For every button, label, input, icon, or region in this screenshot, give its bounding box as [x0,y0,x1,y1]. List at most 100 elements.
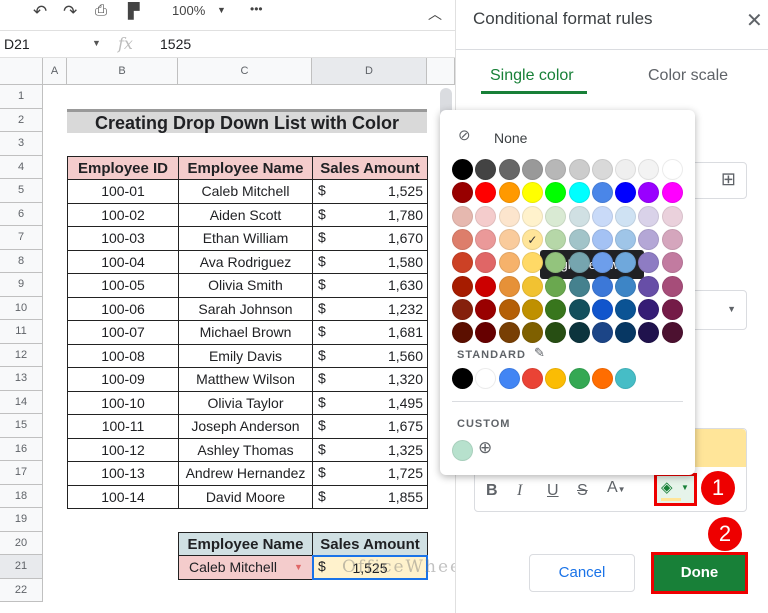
color-swatch[interactable] [661,182,683,204]
employee-id-cell[interactable]: 100-14 [67,484,179,509]
sales-amount-cell[interactable]: 1,855 [312,484,428,509]
standard-color-swatch[interactable] [545,368,567,389]
row-header-7[interactable]: 7 [0,226,43,250]
cancel-button[interactable]: Cancel [529,554,635,592]
employee-id-cell[interactable]: 100-03 [67,226,179,251]
custom-color-swatch[interactable] [452,440,473,461]
color-swatch[interactable] [591,182,613,204]
color-swatch[interactable] [475,228,497,250]
color-swatch[interactable] [521,159,543,180]
employee-name-dropdown[interactable]: Caleb Mitchell [178,555,313,580]
column-header-E[interactable] [427,58,455,85]
collapse-icon[interactable]: ︿ [428,4,442,24]
color-swatch[interactable] [661,205,683,227]
row-header-6[interactable]: 6 [0,202,43,226]
color-swatch[interactable] [545,182,567,204]
color-swatch[interactable] [661,322,683,344]
employee-name-cell[interactable]: Olivia Taylor [178,390,313,415]
column-header-D[interactable]: D [312,58,427,85]
standard-color-swatch[interactable] [452,368,473,389]
color-swatch[interactable] [475,205,497,227]
color-swatch-selected[interactable]: ✓ [521,228,543,250]
color-swatch[interactable] [638,275,660,297]
color-swatch[interactable] [615,298,637,320]
employee-name-cell[interactable]: Ashley Thomas [178,437,313,462]
row-header-2[interactable]: 2 [0,108,43,132]
color-swatch[interactable] [521,205,543,227]
color-swatch[interactable] [545,275,567,297]
column-header-C[interactable]: C [178,58,312,85]
row-header-17[interactable]: 17 [0,461,43,485]
sales-amount-cell[interactable]: 1,630 [312,273,428,298]
strikethrough-button[interactable]: S [577,482,588,500]
color-swatch[interactable] [545,205,567,227]
color-swatch[interactable] [661,298,683,320]
color-swatch[interactable] [661,228,683,250]
color-swatch[interactable] [638,228,660,250]
color-swatch[interactable] [568,182,590,204]
color-swatch[interactable] [498,182,520,204]
color-swatch[interactable] [638,182,660,204]
row-header-16[interactable]: 16 [0,437,43,461]
color-swatch[interactable] [545,159,567,180]
color-swatch[interactable] [591,252,613,274]
color-swatch[interactable] [452,228,473,250]
color-swatch[interactable] [591,298,613,320]
color-swatch[interactable] [545,322,567,344]
color-swatch[interactable] [498,205,520,227]
color-swatch[interactable] [521,182,543,204]
name-box-dropdown-icon[interactable]: ▼ [92,38,101,48]
color-swatch[interactable] [521,298,543,320]
employee-name-cell[interactable]: Aiden Scott [178,202,313,227]
color-swatch[interactable] [638,298,660,320]
tab-single-color[interactable]: Single color [490,67,574,85]
underline-button[interactable]: U [547,482,559,500]
standard-color-swatch[interactable] [498,368,520,389]
text-color-button[interactable]: A▼ [607,479,626,497]
row-header-18[interactable]: 18 [0,484,43,508]
color-swatch[interactable] [452,205,473,227]
standard-color-swatch[interactable] [615,368,637,389]
employee-name-cell[interactable]: Matthew Wilson [178,367,313,392]
color-swatch[interactable] [452,275,473,297]
color-swatch[interactable] [452,322,473,344]
row-header-21[interactable]: 21 [0,555,43,579]
employee-name-cell[interactable]: Ava Rodriguez [178,249,313,274]
row-header-13[interactable]: 13 [0,367,43,391]
row-header-9[interactable]: 9 [0,273,43,297]
row-header-22[interactable]: 22 [0,578,43,602]
employee-id-cell[interactable]: 100-13 [67,461,179,486]
color-swatch[interactable] [568,322,590,344]
color-swatch[interactable] [568,298,590,320]
sales-amount-cell[interactable]: 1,780 [312,202,428,227]
color-swatch[interactable] [568,252,590,274]
sales-amount-cell[interactable]: 1,670 [312,226,428,251]
row-header-11[interactable]: 11 [0,320,43,344]
color-swatch[interactable] [638,322,660,344]
sales-amount-cell[interactable]: 1,580 [312,249,428,274]
color-swatch[interactable] [498,228,520,250]
color-swatch[interactable] [475,182,497,204]
dropdown-arrow-icon[interactable]: ▼ [294,562,303,572]
employee-name-cell[interactable]: Michael Brown [178,320,313,345]
name-box[interactable]: D21 [4,36,30,52]
employee-name-cell[interactable]: Andrew Hernandez [178,461,313,486]
employee-id-cell[interactable]: 100-02 [67,202,179,227]
standard-color-swatch[interactable] [521,368,543,389]
row-header-19[interactable]: 19 [0,508,43,532]
row-header-12[interactable]: 12 [0,343,43,367]
formula-input[interactable]: 1525 [160,36,191,52]
color-swatch[interactable] [568,159,590,180]
none-option[interactable]: None [494,130,527,146]
employee-name-cell[interactable]: Ethan William [178,226,313,251]
employee-name-cell[interactable]: Sarah Johnson [178,296,313,321]
color-swatch[interactable] [661,159,683,180]
edit-pencil-icon[interactable]: ✎ [534,345,545,361]
color-swatch[interactable] [615,159,637,180]
employee-id-cell[interactable]: 100-10 [67,390,179,415]
color-swatch[interactable] [521,252,543,274]
tab-color-scale[interactable]: Color scale [648,67,728,85]
color-swatch[interactable] [568,275,590,297]
sales-amount-cell[interactable]: 1,681 [312,320,428,345]
row-header-10[interactable]: 10 [0,296,43,320]
